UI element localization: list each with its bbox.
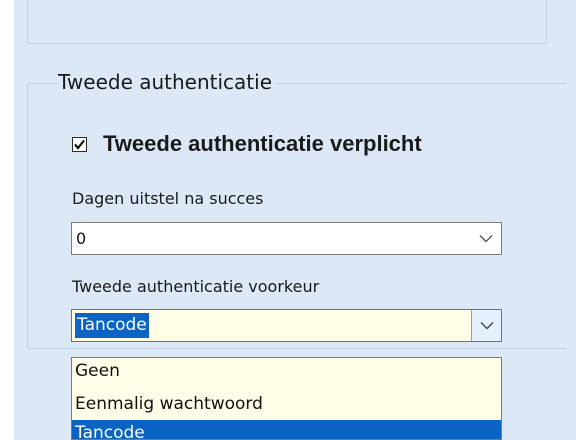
required-checkbox-label: Tweede authenticatie verplicht <box>103 131 422 156</box>
preference-field-label: Tweede authenticatie voorkeur <box>72 277 320 296</box>
group-title: Tweede authenticatie <box>58 68 277 96</box>
chevron-down-icon[interactable] <box>479 234 493 243</box>
preference-select-value: Tancode <box>75 313 149 338</box>
dropdown-option-eenmalig-wachtwoord[interactable]: Eenmalig wachtwoord <box>72 391 501 417</box>
delay-select[interactable]: 0 <box>71 222 502 255</box>
dropdown-option-geen[interactable]: Geen <box>72 358 501 384</box>
previous-group-box <box>27 0 547 44</box>
preference-select[interactable]: Tancode <box>71 309 502 342</box>
preference-dropdown-list: Geen Eenmalig wachtwoord Tancode <box>71 357 502 440</box>
required-checkbox-row[interactable]: Tweede authenticatie verplicht <box>72 126 422 162</box>
dropdown-option-tancode[interactable]: Tancode <box>72 420 501 439</box>
delay-field-label: Dagen uitstel na succes <box>72 189 264 208</box>
delay-select-value: 0 <box>76 229 87 248</box>
chevron-down-icon <box>480 322 494 330</box>
preference-dropdown-button[interactable] <box>471 310 501 341</box>
checkmark-icon <box>74 139 85 150</box>
required-checkbox[interactable] <box>72 136 87 152</box>
